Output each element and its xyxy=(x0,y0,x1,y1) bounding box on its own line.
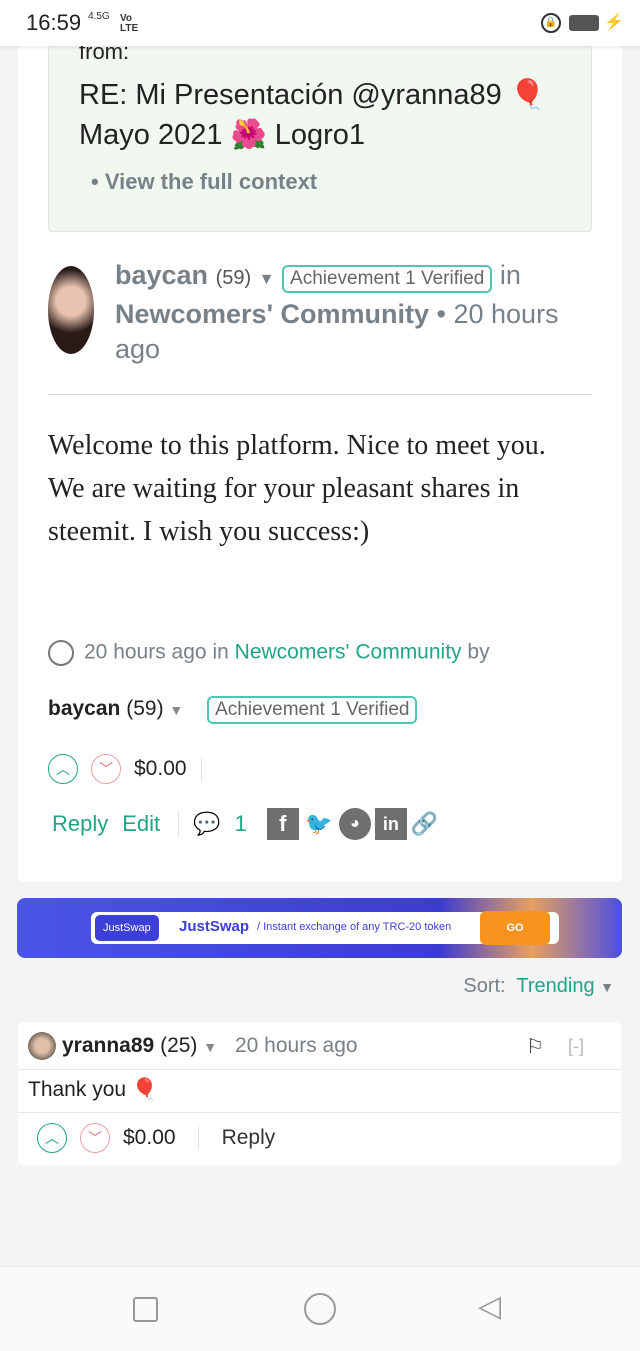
comment-count[interactable]: 1 xyxy=(235,811,247,837)
clock-icon xyxy=(48,640,74,666)
footer-author-dropdown-icon[interactable]: ▼ xyxy=(169,702,183,718)
separator: • xyxy=(436,299,446,329)
post-body: Welcome to this platform. Nice to meet y… xyxy=(48,430,546,547)
rotation-lock-icon: 🔒 xyxy=(541,13,561,33)
comment-reputation: (25) xyxy=(160,1034,198,1057)
comment-downvote-button[interactable]: ﹀ xyxy=(80,1123,110,1153)
payout-amount[interactable]: $0.00 xyxy=(134,757,202,781)
comment-upvote-button[interactable]: ︿ xyxy=(37,1123,67,1153)
title-line-1: RE: Mi Presentación @yranna89 🎈 xyxy=(79,79,546,111)
ad-name: JustSwap xyxy=(179,918,250,935)
post-card: from: RE: Mi Presentación @yranna89 🎈 Ma… xyxy=(18,0,622,882)
author-dropdown-icon[interactable]: ▼ xyxy=(259,271,275,288)
community-link[interactable]: Newcomers' Community xyxy=(115,299,429,329)
reply-button[interactable]: Reply xyxy=(52,811,108,837)
facebook-icon[interactable]: f xyxy=(266,808,299,840)
divider xyxy=(18,1112,621,1113)
signal-icon: 4.5G xyxy=(88,11,110,22)
view-context-link[interactable]: • View the full context xyxy=(91,169,317,195)
justswap-ad-banner[interactable]: JustSwap JustSwap / Instant exchange of … xyxy=(17,898,622,958)
charging-icon: ⚡ xyxy=(604,14,624,31)
sort-control[interactable]: Sort: Trending ▼ xyxy=(463,975,614,998)
post-footer-meta: 20 hours ago in Newcomers' Community by xyxy=(48,640,490,666)
link-icon[interactable]: 🔗 xyxy=(411,811,438,837)
comment-reply-button[interactable]: Reply xyxy=(222,1126,276,1150)
sort-label: Sort: xyxy=(463,975,506,997)
footer-time: 20 hours ago xyxy=(84,640,207,664)
ad-tagline: / Instant exchange of any TRC-20 token xyxy=(257,921,452,933)
back-button[interactable]: ◁ xyxy=(478,1289,501,1324)
footer-by: by xyxy=(467,640,490,664)
clock: 16:59 xyxy=(26,10,82,35)
comment-author[interactable]: yranna89 xyxy=(62,1034,154,1057)
footer-author: baycan (59) ▼ Achievement 1 Verified xyxy=(48,696,418,724)
comment-header: yranna89 (25) ▼ 20 hours ago xyxy=(62,1034,358,1058)
collapse-button[interactable]: [-] xyxy=(568,1036,584,1057)
twitter-icon[interactable]: 🐦 xyxy=(303,808,335,840)
battery-icon xyxy=(569,15,599,31)
home-button[interactable] xyxy=(304,1293,336,1325)
divider xyxy=(48,394,592,395)
achievement-badge: Achievement 1 Verified xyxy=(282,265,493,293)
title-line-2: Mayo 2021 🌺 Logro1 xyxy=(79,119,366,151)
comment-card: yranna89 (25) ▼ 20 hours ago ⚐ [-] Thank… xyxy=(18,1022,621,1165)
flag-icon[interactable]: ⚐ xyxy=(526,1034,544,1059)
status-bar: 16:59 4.5G Vo LTE 🔒 ⚡ xyxy=(0,0,640,46)
in-label: in xyxy=(499,260,521,290)
recent-apps-button[interactable] xyxy=(133,1297,158,1322)
android-nav-bar: ◁ xyxy=(0,1266,640,1351)
upvote-button[interactable]: ︿ xyxy=(48,754,78,784)
edit-button[interactable]: Edit xyxy=(122,811,180,837)
ad-bar: JustSwap JustSwap / Instant exchange of … xyxy=(91,911,559,945)
comment-avatar[interactable] xyxy=(28,1032,56,1060)
parent-post-title[interactable]: RE: Mi Presentación @yranna89 🎈 Mayo 202… xyxy=(79,75,546,155)
footer-author-name[interactable]: baycan xyxy=(48,697,120,720)
action-bar: Reply Edit 💬 1 f 🐦 ◕ in 🔗 xyxy=(52,808,438,840)
footer-reputation: (59) xyxy=(126,697,164,720)
comment-payout[interactable]: $0.00 xyxy=(123,1126,199,1150)
comment-body: Thank you 🎈 xyxy=(28,1078,159,1101)
author-name[interactable]: baycan xyxy=(115,260,208,290)
footer-in: in xyxy=(212,640,229,664)
reddit-icon[interactable]: ◕ xyxy=(338,808,371,840)
divider xyxy=(18,1069,621,1070)
sort-value: Trending xyxy=(516,975,595,997)
view-context-label: View the full context xyxy=(104,169,318,194)
author-reputation: (59) xyxy=(215,267,252,289)
comment-vote-bar: ︿ ﹀ $0.00 Reply xyxy=(37,1123,275,1153)
ad-go-button[interactable]: GO xyxy=(480,911,550,945)
downvote-button[interactable]: ﹀ xyxy=(91,754,121,784)
linkedin-icon[interactable]: in xyxy=(374,808,407,840)
sort-dropdown-icon: ▼ xyxy=(600,979,614,995)
ad-logo: JustSwap xyxy=(95,915,159,941)
comment-time: 20 hours ago xyxy=(234,1034,358,1057)
volte-icon: Vo LTE xyxy=(120,13,139,34)
vote-bar: ︿ ﹀ $0.00 xyxy=(48,754,202,784)
post-header: baycan (59) ▼ Achievement 1 Verified in … xyxy=(115,258,585,367)
footer-achievement-badge: Achievement 1 Verified xyxy=(207,696,418,724)
comments-icon[interactable]: 💬 xyxy=(193,811,220,837)
comment-author-dropdown-icon[interactable]: ▼ xyxy=(203,1039,217,1055)
footer-community-link[interactable]: Newcomers' Community xyxy=(235,641,462,664)
author-avatar[interactable] xyxy=(48,266,94,354)
